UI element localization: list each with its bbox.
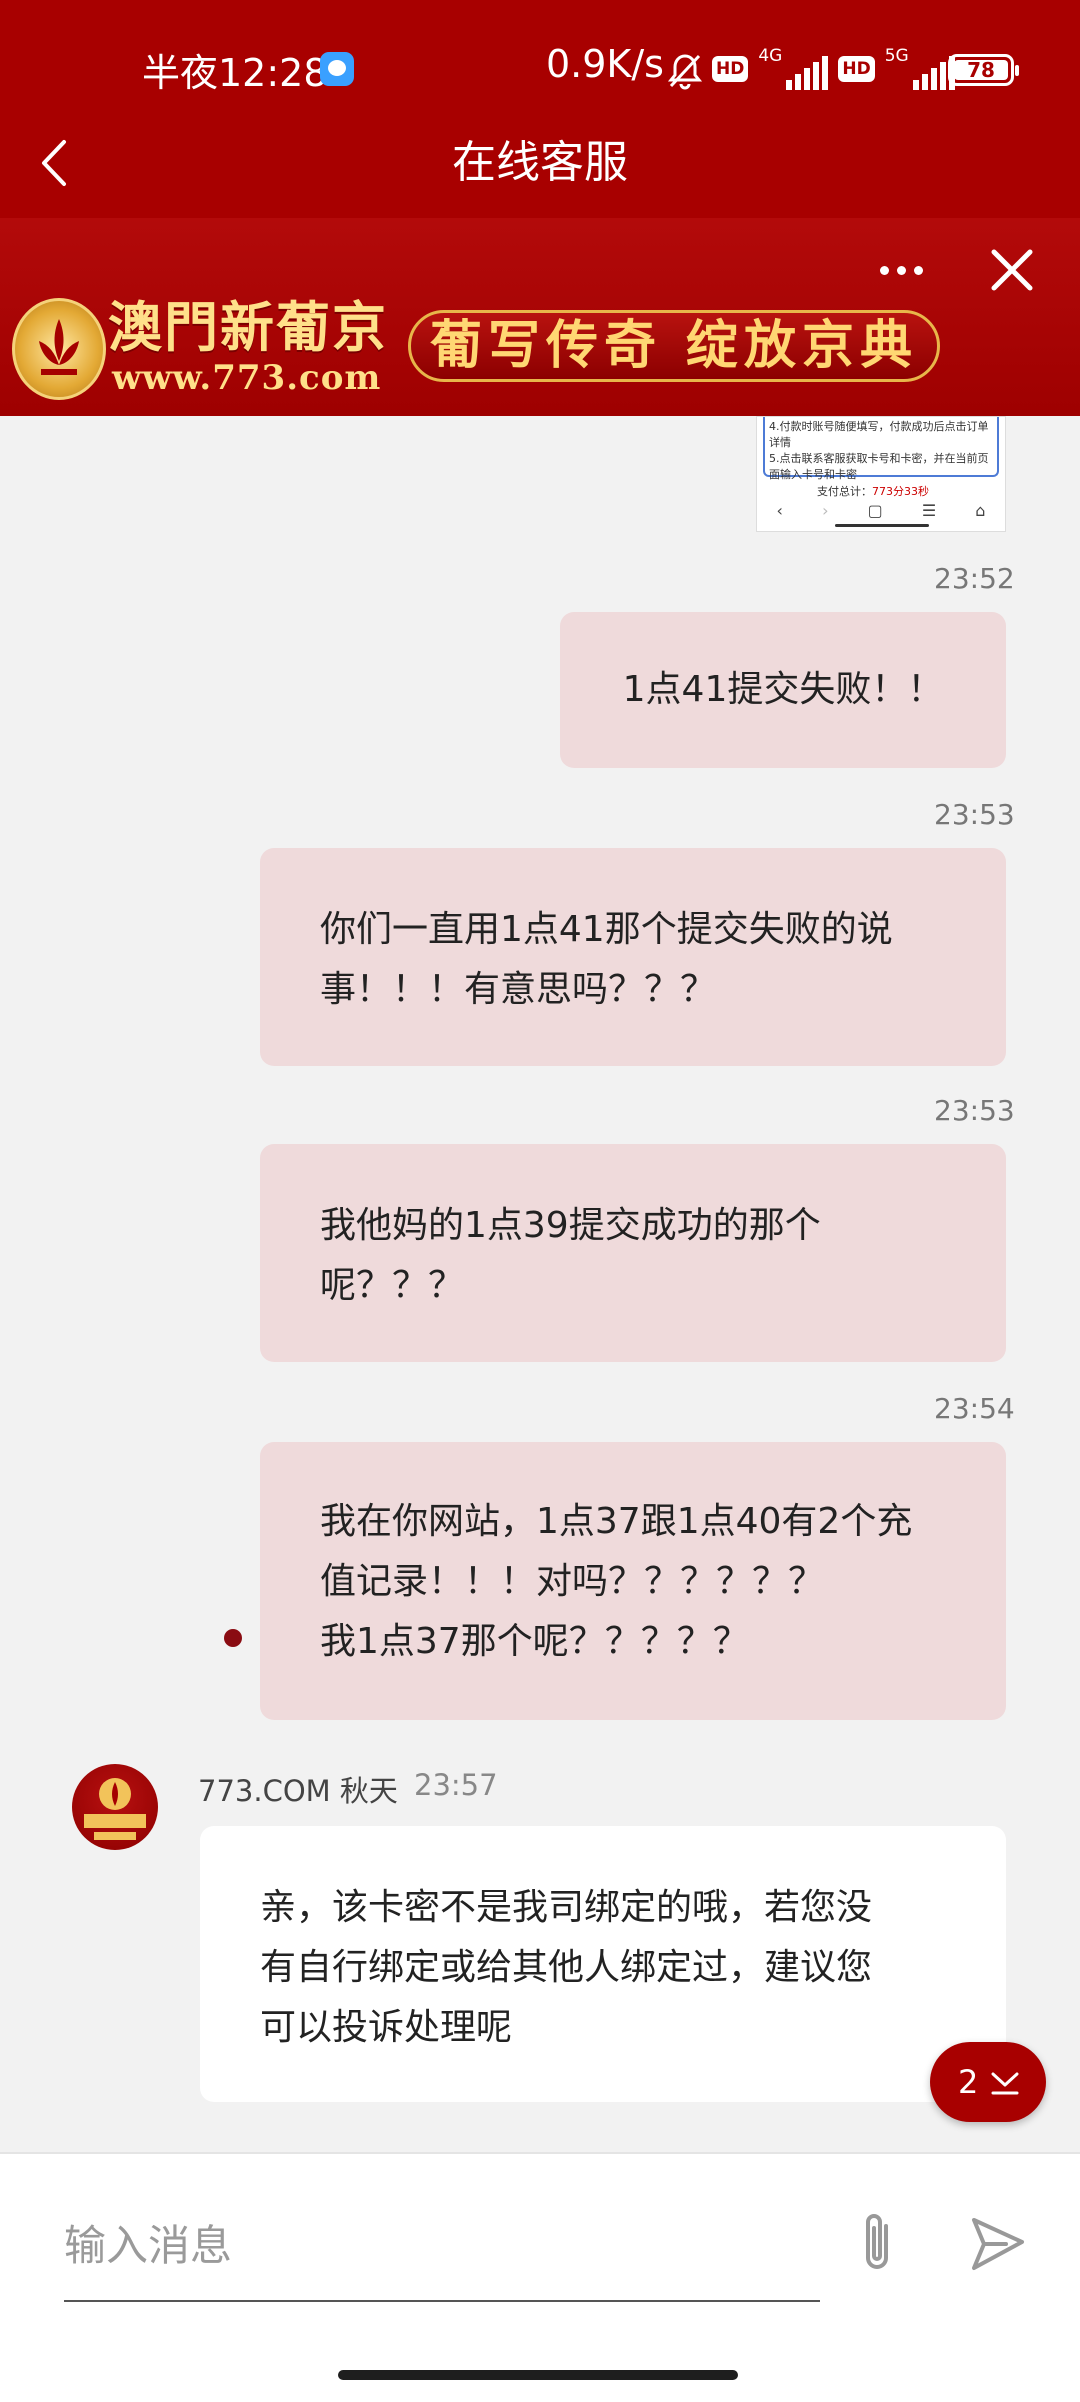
outgoing-message-bubble[interactable]: 1点41提交失败！！ bbox=[560, 612, 1006, 768]
brand-url: www.773.com bbox=[112, 358, 382, 398]
battery-icon: 78 bbox=[948, 54, 1019, 86]
close-icon[interactable] bbox=[986, 244, 1038, 296]
thumbnail-home-icon: ⌂ bbox=[975, 500, 986, 520]
message-timestamp: 23:57 bbox=[414, 1768, 498, 1802]
message-input[interactable] bbox=[64, 2190, 820, 2302]
message-notification-icon bbox=[320, 52, 354, 86]
agent-avatar[interactable] bbox=[72, 1764, 158, 1850]
more-icon[interactable] bbox=[876, 248, 928, 292]
message-timestamp: 23:54 bbox=[934, 1392, 1015, 1425]
network-speed: 0.9K/s bbox=[546, 42, 664, 86]
thumbnail-tabs-icon: ▢ bbox=[867, 500, 883, 520]
slogan-text: 葡写传奇 绽放京典 bbox=[429, 315, 919, 376]
banner-slogan: 葡写传奇 绽放京典 bbox=[408, 310, 940, 382]
paperclip-icon[interactable] bbox=[852, 2208, 902, 2278]
brand-name: 澳門新葡京 bbox=[108, 295, 388, 359]
message-text-line: 呢？？？ bbox=[320, 1265, 465, 1306]
outgoing-message-bubble[interactable]: 你们一直用1点41那个提交失败的说 事！！！有意思吗？？？ bbox=[260, 848, 1006, 1066]
incoming-message-bubble[interactable]: 亲，该卡密不是我司绑定的哦，若您没 有自行绑定或给其他人绑定过，建议您 可以投诉… bbox=[200, 1826, 1006, 2102]
status-time: 半夜12:28 bbox=[142, 51, 328, 95]
message-text-line: 我1点37那个呢？？？？？ bbox=[320, 1621, 749, 1662]
message-text-line: 你们一直用1点41那个提交失败的说 bbox=[320, 909, 893, 950]
hd-badge: HD bbox=[712, 56, 749, 82]
thumbnail-forward-icon: › bbox=[822, 500, 829, 520]
unread-indicator-dot bbox=[224, 1629, 242, 1647]
outgoing-message-bubble[interactable]: 我他妈的1点39提交成功的那个 呢？？？ bbox=[260, 1144, 1006, 1362]
scroll-to-bottom-button[interactable]: 2 bbox=[930, 2042, 1046, 2122]
network-type: 4G bbox=[758, 46, 783, 66]
chevron-down-icon bbox=[991, 2072, 1019, 2095]
thumbnail-line-2: 5.点击联系客服获取卡号和卡密，并在当前页面输入卡号和卡密 bbox=[769, 452, 989, 481]
outgoing-message-bubble[interactable]: 我在你网站，1点37跟1点40有2个充 值记录！！！对吗？？？？？？ 我1点37… bbox=[260, 1442, 1006, 1720]
message-text: 1点41提交失败！！ bbox=[622, 669, 944, 710]
thumbnail-line-1: 4.付款时账号随便填写，付款成功后点击订单详情 bbox=[769, 420, 989, 449]
message-text-line: 亲，该卡密不是我司绑定的哦，若您没 bbox=[260, 1887, 873, 1928]
network-type-2: 5G bbox=[884, 46, 909, 66]
message-text-line: 我在你网站，1点37跟1点40有2个充 bbox=[320, 1501, 913, 1542]
message-text-line: 事！！！有意思吗？？？ bbox=[320, 969, 717, 1010]
thumbnail-home-bar bbox=[835, 524, 929, 527]
page-title: 在线客服 bbox=[452, 137, 628, 188]
image-message-thumbnail[interactable]: 4.付款时账号随便填写，付款成功后点击订单详情 5.点击联系客服获取卡号和卡密，… bbox=[756, 416, 1006, 532]
status-bar: 半夜12:28 0.9K/s HD 4G HD 5G 78 bbox=[0, 0, 1080, 140]
thumbnail-menu-icon: ☰ bbox=[921, 500, 937, 520]
home-indicator bbox=[338, 2370, 738, 2380]
signal-icon bbox=[786, 56, 829, 90]
mute-bell-icon bbox=[667, 52, 703, 90]
message-text-line: 我他妈的1点39提交成功的那个 bbox=[320, 1205, 821, 1246]
message-text-line: 可以投诉处理呢 bbox=[260, 2007, 513, 2048]
status-icons: HD 4G HD 5G bbox=[667, 46, 955, 90]
message-timestamp: 23:53 bbox=[934, 798, 1015, 831]
hd-badge-2: HD bbox=[838, 56, 875, 82]
message-timestamp: 23:53 bbox=[934, 1094, 1015, 1127]
send-icon[interactable] bbox=[966, 2212, 1030, 2276]
sender-name: 773.COM 秋天 bbox=[198, 1774, 398, 1808]
brand-logo-icon bbox=[12, 298, 106, 400]
top-bar: 半夜12:28 0.9K/s HD 4G HD 5G 78 在线客服 bbox=[0, 0, 1080, 218]
battery-level: 78 bbox=[954, 60, 1008, 80]
message-timestamp: 23:52 bbox=[934, 562, 1015, 595]
new-message-count: 2 bbox=[958, 2063, 979, 2101]
thumbnail-back-icon: ‹ bbox=[776, 500, 783, 520]
thumbnail-nav: ‹ › ▢ ☰ ⌂ bbox=[757, 497, 1005, 523]
thumbnail-text: 4.付款时账号随便填写，付款成功后点击订单详情 5.点击联系客服获取卡号和卡密，… bbox=[763, 417, 999, 481]
message-text-line: 有自行绑定或给其他人绑定过，建议您 bbox=[260, 1947, 873, 1988]
message-text-line: 值记录！！！对吗？？？？？？ bbox=[320, 1561, 825, 1602]
